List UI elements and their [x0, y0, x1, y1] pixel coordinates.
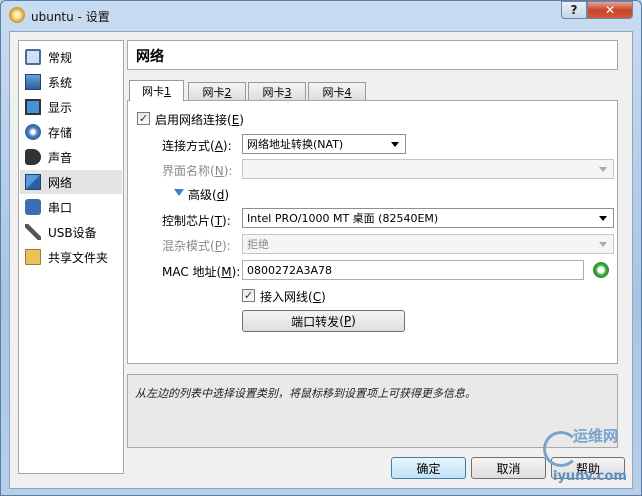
sidebar-item-network[interactable]: 网络: [20, 170, 122, 194]
ok-button[interactable]: 确定: [391, 457, 466, 479]
attached-to-value: 网络地址转换(NAT): [247, 138, 344, 151]
promiscuous-mode-label: 混杂模式(P):: [162, 239, 231, 253]
cable-connected-checkbox[interactable]: ✓: [242, 289, 255, 302]
enable-adapter-key: E: [231, 113, 240, 127]
adapter-type-value: Intel PRO/1000 MT 桌面 (82540EM): [247, 212, 439, 225]
help-button[interactable]: 帮助: [551, 457, 625, 479]
cable-connected-label: 接入网线(C): [260, 290, 326, 304]
chevron-down-icon: [599, 242, 607, 247]
tab-adapter-3[interactable]: 网卡 3: [248, 82, 306, 101]
adapter-type-key: T: [214, 214, 223, 228]
display-icon: [25, 99, 41, 115]
interface-name-label: 界面名称(N):: [162, 164, 233, 178]
promiscuous-mode-key: P: [214, 239, 222, 253]
interface-name-text: 界面名称: [162, 164, 211, 178]
tab-label: 网卡: [262, 86, 285, 99]
attached-to-select[interactable]: 网络地址转换(NAT): [242, 134, 406, 154]
port-forwarding-text: 端口转发: [291, 314, 340, 329]
port-forwarding-key: P: [343, 314, 352, 328]
chevron-down-icon: [599, 167, 607, 172]
storage-icon: [25, 124, 41, 140]
sidebar-item-label: 串口: [48, 200, 73, 215]
interface-name-select[interactable]: [242, 159, 614, 179]
advanced-key: d: [216, 188, 225, 202]
enable-adapter-label: 启用网络连接(E): [155, 113, 244, 127]
interface-name-key: N: [214, 164, 224, 178]
enable-adapter-text: 启用网络连接: [155, 113, 228, 127]
chevron-down-icon: [599, 216, 607, 221]
sidebar-item-audio[interactable]: 声音: [20, 145, 122, 169]
virtualbox-gear-icon: [9, 7, 25, 23]
sidebar-item-label: 系统: [48, 75, 73, 90]
sidebar-item-label: 声音: [48, 150, 73, 165]
port-forwarding-button[interactable]: 端口转发(P): [242, 310, 405, 332]
advanced-text: 高级: [188, 188, 213, 202]
audio-icon: [25, 149, 41, 165]
sidebar-item-label: 存储: [48, 125, 73, 140]
adapter-type-select[interactable]: Intel PRO/1000 MT 桌面 (82540EM): [242, 208, 614, 228]
tab-label: 网卡: [322, 86, 345, 99]
attached-to-text: 连接方式: [162, 139, 211, 153]
attached-to-label: 连接方式(A):: [162, 139, 232, 153]
refresh-mac-icon[interactable]: [593, 262, 609, 278]
page-header: 网络: [127, 40, 618, 70]
cable-connected-text: 接入网线: [260, 290, 309, 304]
tab-key: 4: [344, 85, 352, 99]
sidebar-item-label: 网络: [48, 175, 73, 190]
expand-triangle-icon[interactable]: [174, 189, 184, 196]
promiscuous-mode-value: 拒绝: [247, 238, 269, 251]
general-icon: [25, 49, 41, 65]
title-help-button[interactable]: ?: [561, 1, 587, 19]
sidebar-item-storage[interactable]: 存储: [20, 120, 122, 144]
tab-label: 网卡: [202, 86, 225, 99]
tab-key: 1: [164, 84, 171, 98]
help-info-box: 从左边的列表中选择设置类别，将鼠标移到设置项上可获得更多信息。: [127, 374, 618, 448]
sidebar-item-shared-folders[interactable]: 共享文件夹: [20, 245, 122, 269]
enable-adapter-checkbox[interactable]: ✓: [137, 112, 150, 125]
chevron-down-icon: [391, 142, 399, 147]
tab-adapter-2[interactable]: 网卡 2: [188, 82, 246, 101]
adapter-type-text: 控制芯片: [162, 214, 211, 228]
category-list: 常规 系统 显示 存储 声音 网络 串口 USB设备 共享文件夹: [18, 40, 124, 474]
mac-address-key: M: [221, 265, 232, 279]
mac-address-text: MAC 地址: [162, 265, 217, 279]
usb-icon: [25, 224, 41, 240]
sidebar-item-serial[interactable]: 串口: [20, 195, 122, 219]
mac-address-label: MAC 地址(M):: [162, 265, 241, 279]
sidebar-item-usb[interactable]: USB设备: [20, 220, 122, 244]
sidebar-item-general[interactable]: 常规: [20, 45, 122, 69]
page-title: 网络: [136, 49, 164, 65]
mac-address-field[interactable]: 0800272A3A78: [242, 260, 584, 280]
window-title: ubuntu - 设置: [31, 10, 110, 24]
dialog-client-area: 常规 系统 显示 存储 声音 网络 串口 USB设备 共享文件夹 网络 网卡 1…: [9, 31, 633, 489]
system-icon: [25, 74, 41, 90]
network-icon: [25, 174, 41, 190]
tab-label: 网卡: [142, 85, 164, 98]
cable-connected-key: C: [312, 290, 322, 304]
tab-adapter-4[interactable]: 网卡 4: [308, 82, 366, 101]
cancel-button[interactable]: 取消: [471, 457, 546, 479]
settings-window: ubuntu - 设置 ? ✕ 常规 系统 显示 存储 声音 网络 串口 USB…: [0, 0, 642, 496]
help-info-text: 从左边的列表中选择设置类别，将鼠标移到设置项上可获得更多信息。: [135, 387, 476, 400]
tab-key: 2: [224, 85, 232, 99]
attached-to-key: A: [214, 139, 223, 153]
sidebar-item-label: USB设备: [48, 225, 97, 240]
sidebar-item-system[interactable]: 系统: [20, 70, 122, 94]
title-bar[interactable]: ubuntu - 设置 ? ✕: [1, 1, 641, 31]
sidebar-item-label: 常规: [48, 50, 73, 65]
tab-adapter-1[interactable]: 网卡 1: [129, 80, 184, 101]
sidebar-item-label: 显示: [48, 100, 73, 115]
advanced-toggle[interactable]: 高级(d): [188, 186, 229, 203]
promiscuous-mode-text: 混杂模式: [162, 239, 211, 253]
serial-port-icon: [25, 199, 41, 215]
shared-folder-icon: [25, 249, 41, 265]
promiscuous-mode-select[interactable]: 拒绝: [242, 234, 614, 254]
adapter-type-label: 控制芯片(T):: [162, 214, 231, 228]
sidebar-item-display[interactable]: 显示: [20, 95, 122, 119]
close-button[interactable]: ✕: [587, 1, 633, 19]
mac-address-value: 0800272A3A78: [247, 263, 333, 277]
tab-key: 3: [284, 85, 292, 99]
sidebar-item-label: 共享文件夹: [48, 250, 109, 265]
